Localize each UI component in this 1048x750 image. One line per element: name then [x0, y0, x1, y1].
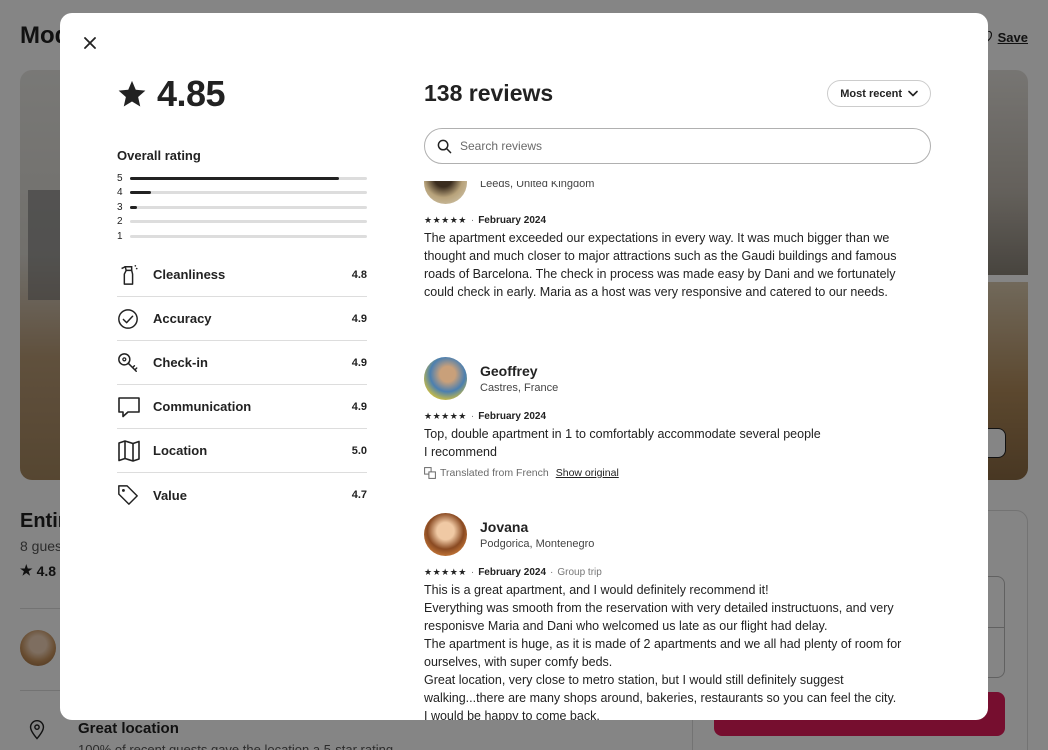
- histogram-fill: [130, 205, 138, 209]
- histogram-row: 2: [117, 215, 367, 230]
- reviews-panel: 138 reviews Most recent Leeds, United Ki…: [424, 13, 931, 720]
- rating-histogram: 5 4 3 2 1: [117, 171, 367, 244]
- overall-score-value: 4.85: [157, 73, 226, 114]
- spray-bottle-icon: [117, 263, 153, 287]
- category-score: 4.8: [351, 268, 367, 281]
- category-score: 4.9: [351, 312, 367, 325]
- review-date: February 2024: [478, 411, 547, 422]
- review-date: February 2024: [478, 215, 547, 226]
- check-circle-icon: [117, 308, 153, 330]
- reviewer-name: Geoffrey: [480, 362, 538, 379]
- histogram-label: 5: [117, 172, 123, 184]
- histogram-row: 5: [117, 171, 367, 186]
- chat-bubble-icon: [117, 396, 153, 418]
- review-item: Geoffrey Castres, France ★★★★★ · Februar…: [424, 355, 931, 479]
- category-name: Communication: [153, 399, 252, 414]
- translated-label: Translated from French: [440, 467, 549, 479]
- reviewer-avatar[interactable]: [424, 181, 467, 204]
- review-text: The apartment exceeded our expectations …: [424, 231, 897, 299]
- reviewer-avatar[interactable]: [424, 356, 467, 400]
- reviews-modal: 4.85 Overall rating 5 4 3 2 1 Cleanliness 4.8…: [60, 13, 988, 720]
- review-stars: ★★★★★: [424, 567, 467, 577]
- histogram-track: [130, 234, 367, 238]
- tag-icon: [117, 484, 153, 506]
- category-score: 4.9: [351, 400, 367, 413]
- reviewer-avatar[interactable]: [424, 512, 467, 556]
- histogram-track: [130, 220, 367, 224]
- search-icon: [437, 139, 452, 153]
- histogram-fill: [130, 176, 339, 180]
- reviewer-location: Podgorica, Montenegro: [480, 537, 595, 550]
- histogram-label: 1: [117, 230, 123, 242]
- close-button[interactable]: [76, 29, 104, 57]
- review-date: February 2024: [478, 567, 547, 578]
- review-stars: ★★★★★: [424, 411, 467, 421]
- sort-dropdown[interactable]: Most recent: [827, 80, 931, 107]
- search-reviews[interactable]: [424, 128, 931, 164]
- histogram-track: [130, 176, 367, 180]
- reviews-count-title: 138 reviews: [424, 80, 554, 106]
- overall-score: 4.85: [117, 73, 226, 115]
- category-accuracy: Accuracy 4.9: [117, 297, 367, 341]
- category-communication: Communication 4.9: [117, 385, 367, 429]
- key-icon: [117, 352, 153, 374]
- category-location: Location 5.0: [117, 429, 367, 473]
- category-check-in: Check-in 4.9: [117, 341, 367, 385]
- category-name: Location: [153, 443, 208, 458]
- histogram-track: [130, 191, 367, 195]
- histogram-fill: [130, 191, 152, 195]
- histogram-row: 4: [117, 186, 367, 201]
- search-input[interactable]: [460, 139, 930, 153]
- histogram-track: [130, 205, 367, 209]
- histogram-label: 4: [117, 187, 123, 199]
- category-name: Cleanliness: [153, 267, 226, 282]
- histogram-label: 2: [117, 216, 123, 228]
- category-cleanliness: Cleanliness 4.8: [117, 253, 367, 297]
- category-score: 5.0: [351, 444, 367, 457]
- histogram-label: 3: [117, 201, 123, 213]
- review-text: Top, double apartment in 1 to comfortabl…: [424, 427, 821, 459]
- star-icon: [118, 80, 146, 107]
- category-name: Value: [153, 487, 187, 503]
- review-list: Leeds, United Kingdom ★★★★★ · February 2…: [424, 181, 931, 720]
- translate-icon: [424, 467, 436, 479]
- close-icon: [84, 37, 96, 49]
- chevron-down-icon: [908, 90, 918, 97]
- show-original-link[interactable]: Show original: [556, 467, 619, 479]
- review-item: Jovana Podgorica, Montenegro ★★★★★ · Feb…: [424, 511, 931, 720]
- reviewer-location: Castres, France: [480, 381, 559, 394]
- sort-label: Most recent: [840, 87, 902, 100]
- map-icon: [117, 439, 153, 462]
- category-name: Check-in: [153, 355, 208, 370]
- category-ratings: Cleanliness 4.8 Accuracy 4.9 Check-in 4.9 Comm…: [117, 253, 367, 517]
- overall-rating-label: Overall rating: [117, 148, 201, 163]
- category-value: Value 4.7: [117, 473, 367, 517]
- review-stars: ★★★★★: [424, 215, 467, 225]
- histogram-row: 3: [117, 200, 367, 215]
- category-name: Accuracy: [153, 311, 212, 326]
- trip-type: Group trip: [557, 567, 602, 578]
- category-score: 4.7: [351, 489, 367, 501]
- translation-notice: Translated from French Show original: [424, 467, 931, 479]
- review-item: Leeds, United Kingdom ★★★★★ · February 2…: [424, 181, 931, 301]
- review-text: This is a great apartment, and I would d…: [424, 583, 902, 720]
- reviewer-name: Jovana: [480, 518, 529, 535]
- histogram-row: 1: [117, 229, 367, 244]
- category-score: 4.9: [351, 356, 367, 369]
- reviewer-location: Leeds, United Kingdom: [480, 181, 595, 190]
